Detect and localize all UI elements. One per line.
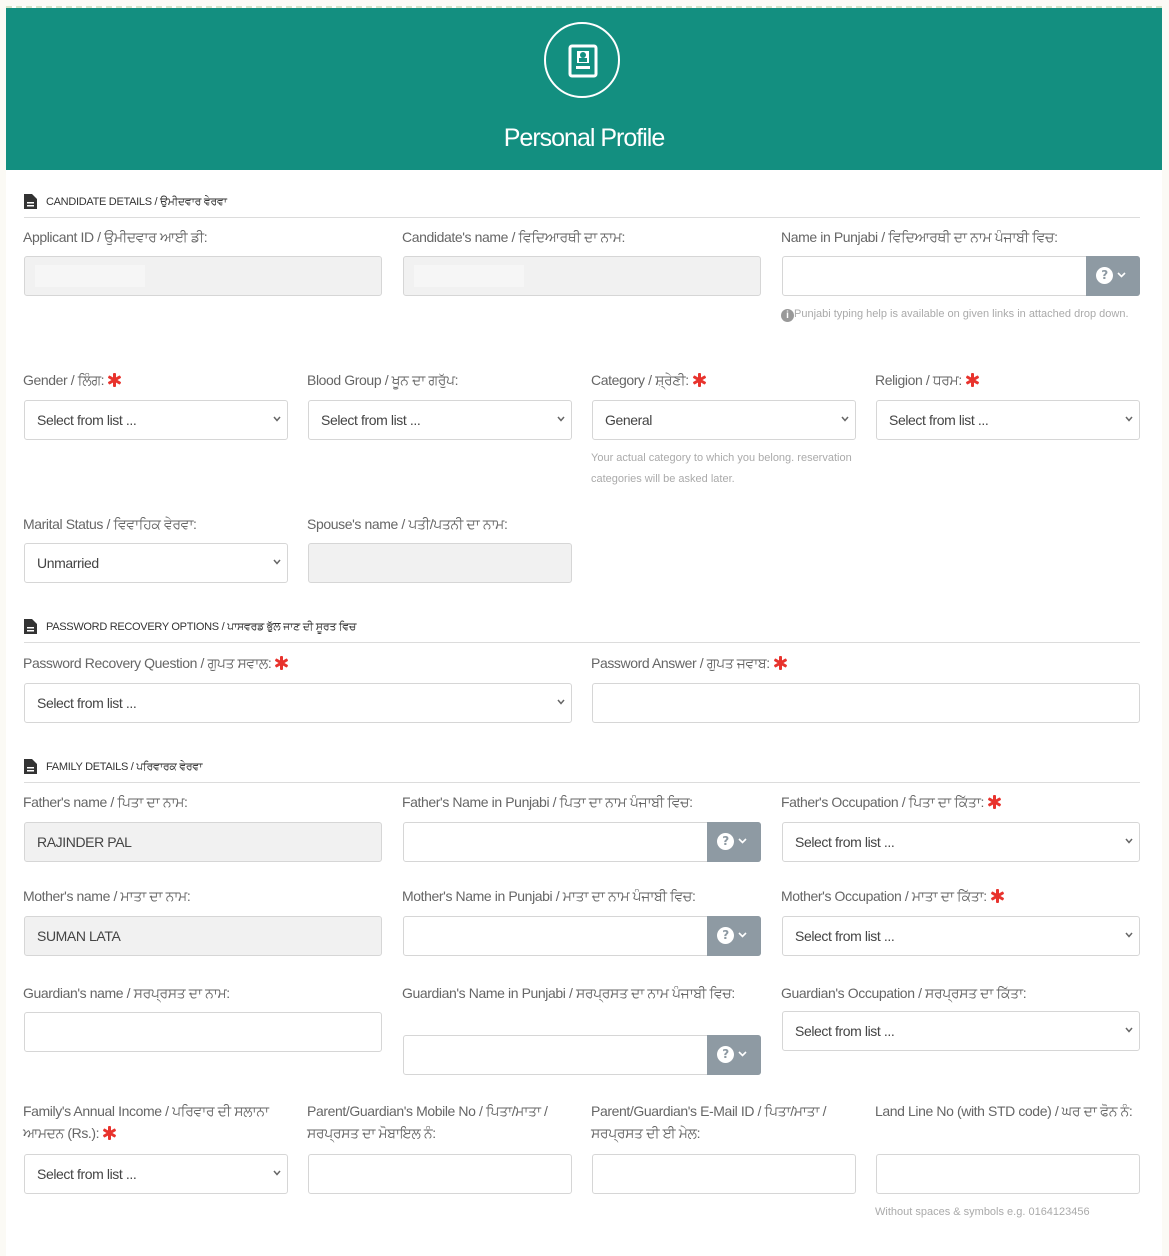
document-icon	[24, 619, 37, 634]
chevron-down-icon	[1125, 838, 1133, 844]
question-icon: ?	[717, 833, 734, 850]
father-punjabi-label: Father's Name in Punjabi / ਪਿਤਾ ਦਾ ਨਾਮ ਪ…	[402, 794, 693, 810]
chevron-down-icon	[1117, 272, 1126, 278]
password-answer-input[interactable]	[592, 683, 1140, 723]
chevron-down-icon	[273, 416, 281, 422]
punjabi-help-dropdown-button[interactable]: ?	[707, 1035, 761, 1075]
guardian-name-label: Guardian's name / ਸਰਪ੍ਰਸਤ ਦਾ ਨਾਮ:	[23, 985, 230, 1001]
section-family-details: FAMILY DETAILS / ਪਰਿਵਾਰਕ ਵੇਰਵਾ	[24, 757, 1140, 783]
blood-group-select[interactable]: Select from list ...	[308, 400, 572, 440]
guardian-name-input[interactable]	[24, 1012, 382, 1052]
punjabi-help-dropdown-button[interactable]: ?	[707, 822, 761, 862]
document-icon	[24, 759, 37, 774]
punjabi-name-label: Name in Punjabi / ਵਿਦਿਆਰਥੀ ਦਾ ਨਾਮ ਪੰਜਾਬੀ…	[781, 229, 1058, 245]
gender-select[interactable]: Select from list ...	[24, 400, 288, 440]
chevron-down-icon	[557, 416, 565, 422]
required-icon	[692, 373, 707, 387]
mother-punjabi-input[interactable]: ?	[403, 916, 761, 956]
spouse-name-field[interactable]	[308, 543, 572, 583]
marital-status-select[interactable]: Unmarried	[24, 543, 288, 583]
punjabi-help-dropdown-button[interactable]: ?	[1086, 256, 1140, 296]
recovery-question-select[interactable]: Select from list ...	[24, 683, 572, 723]
required-icon	[773, 656, 788, 670]
chevron-down-icon	[273, 559, 281, 565]
parent-email-input[interactable]	[592, 1154, 856, 1194]
section-title: CANDIDATE DETAILS / ਉਮੀਦਵਾਰ ਵੇਰਵਾ	[46, 196, 227, 208]
father-occupation-label: Father's Occupation / ਪਿਤਾ ਦਾ ਕਿੱਤਾ:	[781, 791, 1002, 813]
section-title: PASSWORD RECOVERY OPTIONS / ਪਾਸਵਰਡ ਭੁੱਲ …	[46, 621, 357, 633]
mother-name-field[interactable]: SUMAN LATA	[24, 916, 382, 956]
candidate-name-label: Candidate's name / ਵਿਦਿਆਰਥੀ ਦਾ ਨਾਮ:	[402, 229, 626, 245]
landline-input[interactable]	[876, 1154, 1140, 1194]
religion-label: Religion / ਧਰਮ:	[875, 369, 980, 391]
father-name-label: Father's name / ਪਿਤਾ ਦਾ ਨਾਮ:	[23, 794, 188, 810]
question-icon: ?	[717, 1046, 734, 1063]
document-icon	[24, 194, 37, 209]
category-note: Your actual category to which you belong…	[591, 452, 852, 485]
password-answer-label: Password Answer / ਗੁਪਤ ਜਵਾਬ:	[591, 652, 788, 674]
marital-status-label: Marital Status / ਵਿਵਾਹਿਕ ਵੇਰਵਾ:	[23, 516, 197, 532]
chevron-down-icon	[738, 1051, 747, 1057]
parent-mobile-input[interactable]	[308, 1154, 572, 1194]
religion-select[interactable]: Select from list ...	[876, 400, 1140, 440]
father-punjabi-input[interactable]: ?	[403, 822, 761, 862]
landline-note: Without spaces & symbols e.g. 0164123456	[875, 1206, 1090, 1218]
blood-group-label: Blood Group / ਖੂਨ ਦਾ ਗਰੁੱਪ:	[307, 372, 459, 388]
profile-card-icon	[544, 22, 620, 98]
applicant-id-label: Applicant ID / ਉਮੀਦਵਾਰ ਆਈ ਡੀ:	[23, 229, 208, 245]
chevron-down-icon	[738, 932, 747, 938]
guardian-occupation-select[interactable]: Select from list ...	[782, 1011, 1140, 1051]
category-select[interactable]: General	[592, 400, 856, 440]
required-icon	[965, 373, 980, 387]
chevron-down-icon	[1125, 1027, 1133, 1033]
annual-income-select[interactable]: Select from list ...	[24, 1154, 288, 1194]
required-icon	[274, 656, 289, 670]
page-header: Personal Profile	[6, 8, 1162, 170]
guardian-punjabi-label: Guardian's Name in Punjabi / ਸਰਪ੍ਰਸਤ ਦਾ …	[402, 985, 735, 1001]
mother-occupation-select[interactable]: Select from list ...	[782, 916, 1140, 956]
recovery-question-label: Password Recovery Question / ਗੁਪਤ ਸਵਾਲ:	[23, 652, 289, 674]
parent-email-label: Parent/Guardian's E-Mail ID / ਪਿਤਾ/ਮਾਤਾ …	[591, 1103, 827, 1141]
mother-occupation-label: Mother's Occupation / ਮਾਤਾ ਦਾ ਕਿੱਤਾ:	[781, 885, 1005, 907]
gender-label: Gender / ਲਿੰਗ:	[23, 369, 122, 391]
form-frame: Personal Profile CANDIDATE DETAILS / ਉਮੀ…	[6, 6, 1162, 1256]
section-title: FAMILY DETAILS / ਪਰਿਵਾਰਕ ਵੇਰਵਾ	[46, 761, 203, 773]
chevron-down-icon	[1125, 932, 1133, 938]
question-icon: ?	[1096, 267, 1113, 284]
spouse-name-label: Spouse's name / ਪਤੀ/ਪਤਨੀ ਦਾ ਨਾਮ:	[307, 516, 508, 532]
page-title: Personal Profile	[503, 124, 665, 152]
required-icon	[107, 373, 122, 387]
chevron-down-icon	[273, 1170, 281, 1176]
mother-punjabi-label: Mother's Name in Punjabi / ਮਾਤਾ ਦਾ ਨਾਮ ਪ…	[402, 888, 696, 904]
applicant-id-field[interactable]	[24, 256, 382, 296]
info-icon: i	[781, 309, 794, 322]
required-icon	[987, 795, 1002, 809]
annual-income-label: Family's Annual Income / ਪਰਿਵਾਰ ਦੀ ਸਲਾਨਾ…	[23, 1103, 269, 1141]
mother-name-label: Mother's name / ਮਾਤਾ ਦਾ ਨਾਮ:	[23, 888, 191, 904]
chevron-down-icon	[557, 699, 565, 705]
applicant-id-value	[35, 265, 145, 287]
guardian-occupation-label: Guardian's Occupation / ਸਰਪ੍ਰਸਤ ਦਾ ਕਿੱਤਾ…	[781, 985, 1027, 1001]
chevron-down-icon	[841, 416, 849, 422]
candidate-name-field[interactable]	[403, 256, 761, 296]
father-occupation-select[interactable]: Select from list ...	[782, 822, 1140, 862]
section-candidate-details: CANDIDATE DETAILS / ਉਮੀਦਵਾਰ ਵੇਰਵਾ	[24, 192, 1140, 218]
punjabi-help-dropdown-button[interactable]: ?	[707, 916, 761, 956]
punjabi-name-input[interactable]: ?	[782, 256, 1140, 296]
chevron-down-icon	[1125, 416, 1133, 422]
section-password-recovery: PASSWORD RECOVERY OPTIONS / ਪਾਸਵਰਡ ਭੁੱਲ …	[24, 617, 1140, 643]
category-label: Category / ਸ਼੍ਰੇਣੀ:	[591, 369, 707, 391]
candidate-name-value	[414, 265, 524, 287]
required-icon	[990, 889, 1005, 903]
punjabi-help-note: i Punjabi typing help is available on giv…	[781, 304, 1141, 325]
required-icon	[102, 1126, 117, 1140]
chevron-down-icon	[738, 838, 747, 844]
father-name-field[interactable]: RAJINDER PAL	[24, 822, 382, 862]
guardian-punjabi-input[interactable]: ?	[403, 1035, 761, 1075]
question-icon: ?	[717, 927, 734, 944]
parent-mobile-label: Parent/Guardian's Mobile No / ਪਿਤਾ/ਮਾਤਾ …	[307, 1103, 548, 1141]
landline-label: Land Line No (with STD code) / ਘਰ ਦਾ ਫੋਨ…	[875, 1103, 1133, 1119]
